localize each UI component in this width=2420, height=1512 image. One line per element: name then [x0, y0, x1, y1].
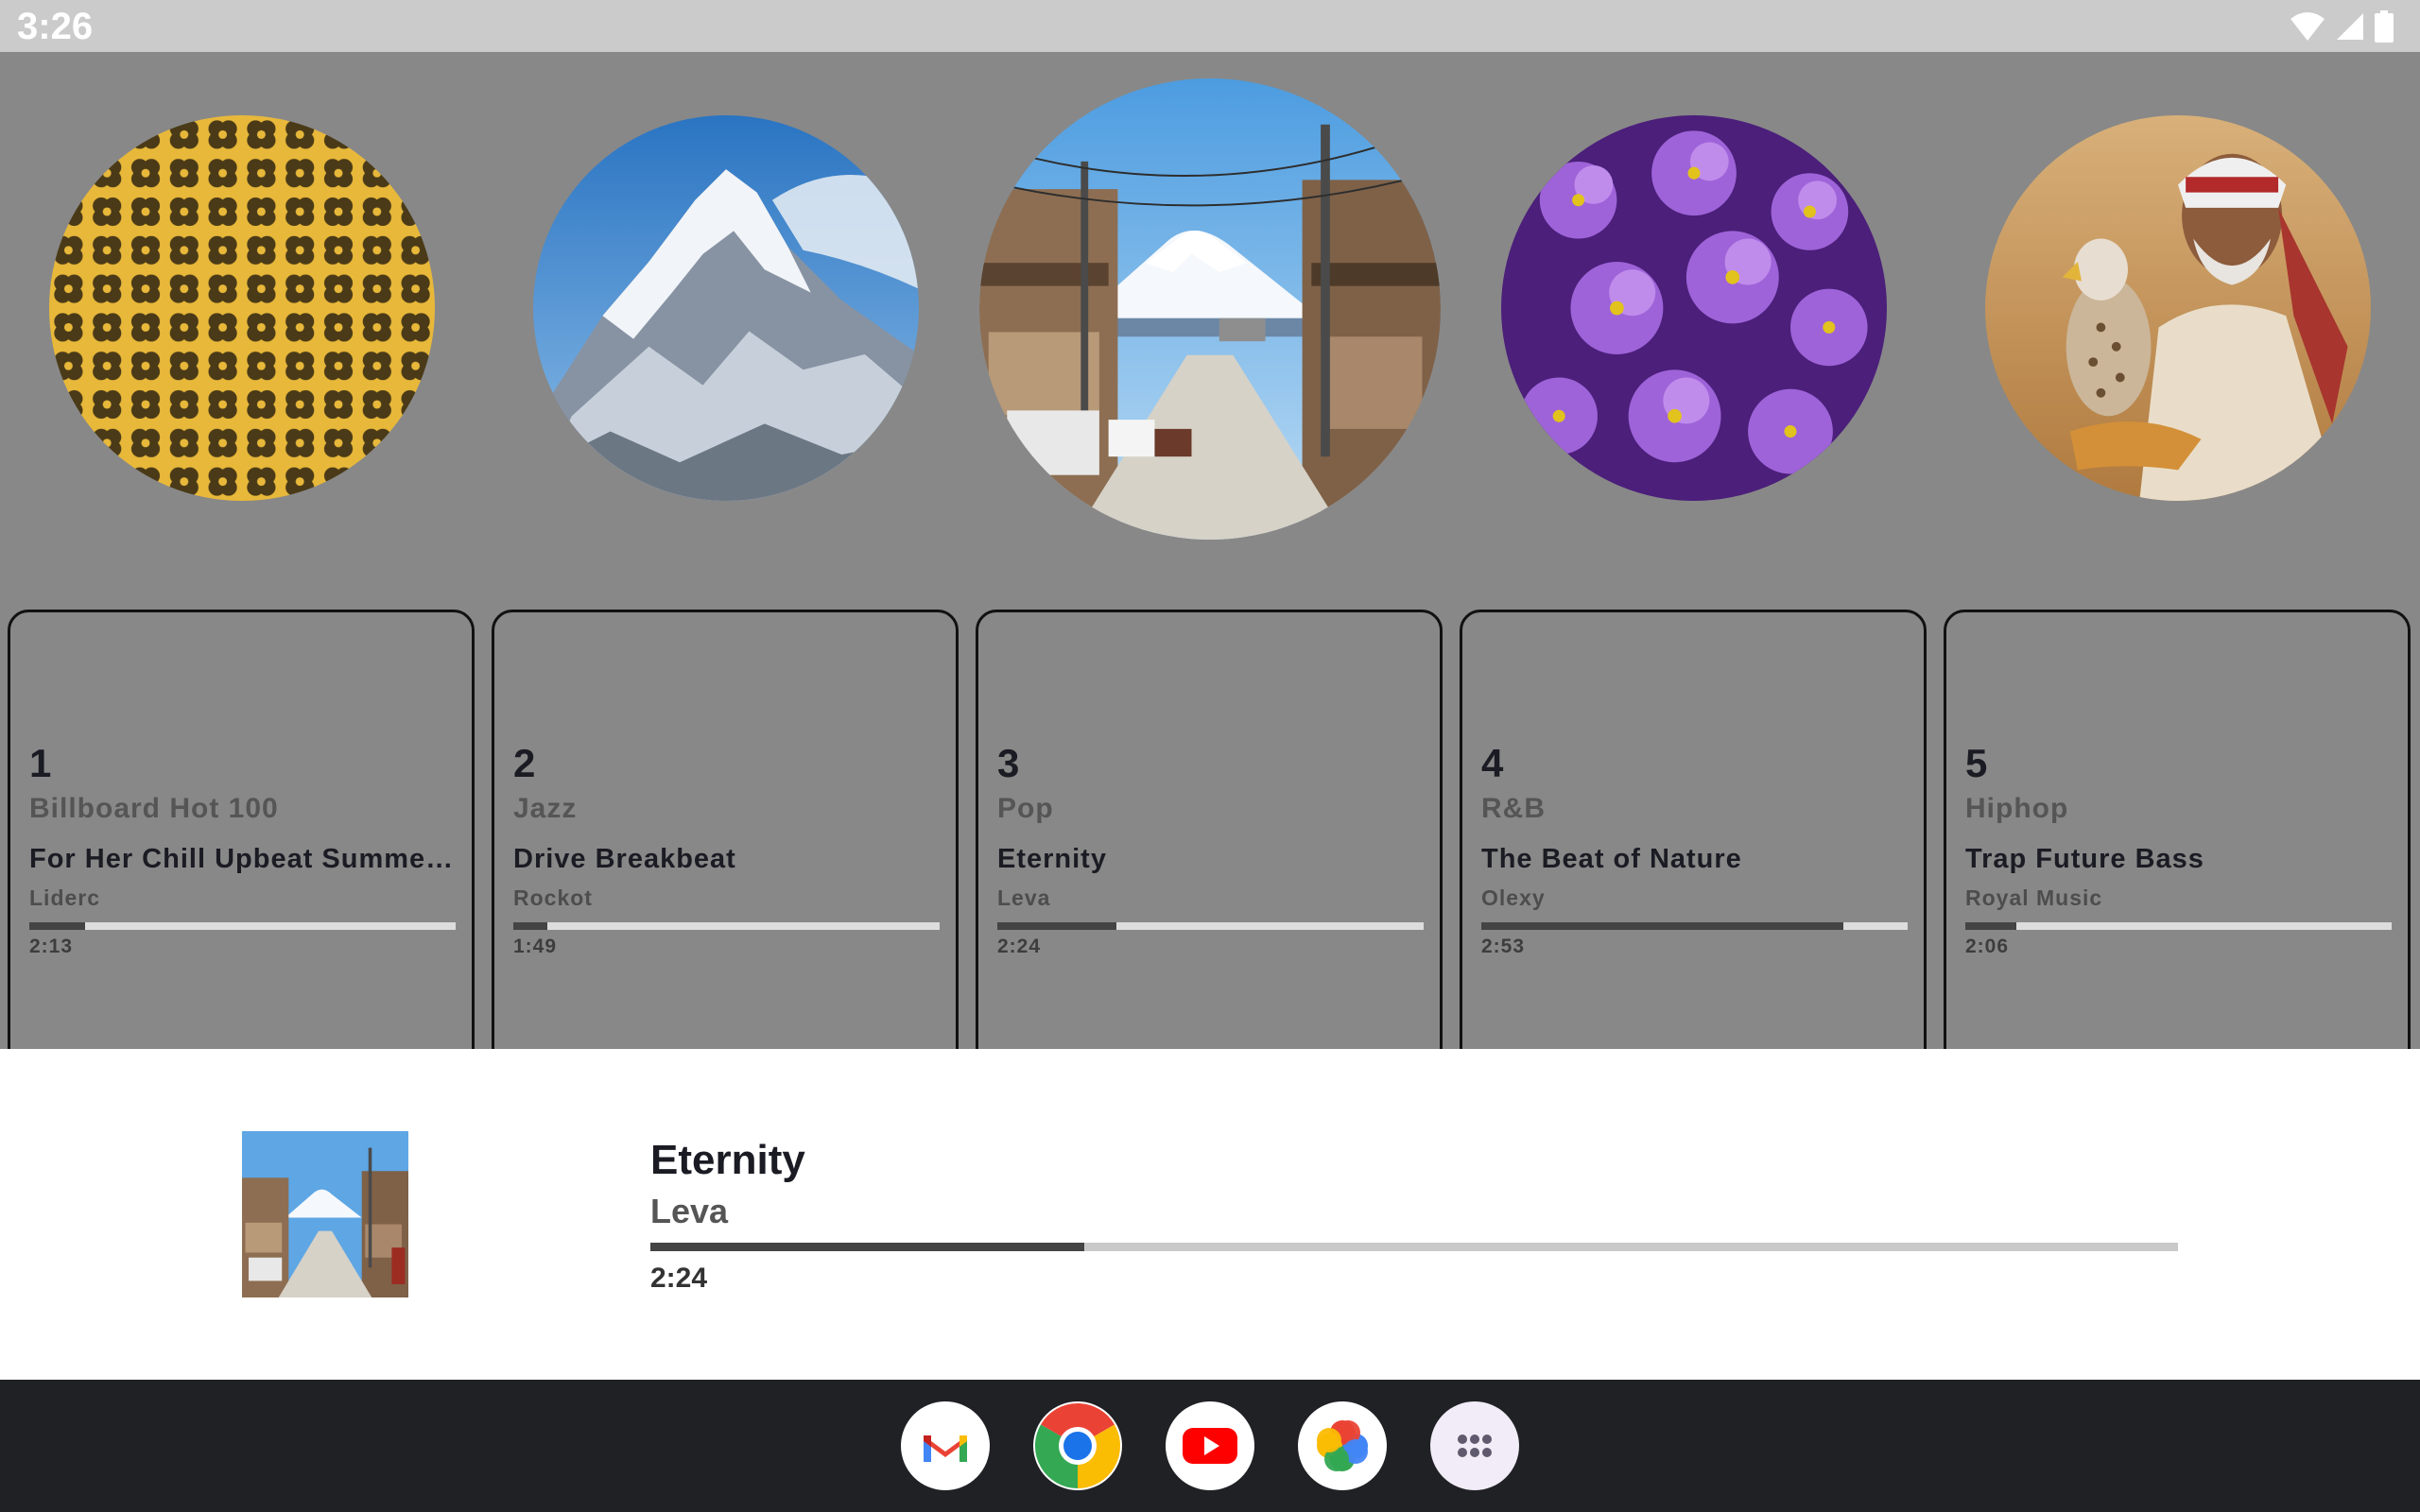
card-time: 2:13 [29, 936, 74, 957]
card-progress-track[interactable] [513, 922, 940, 930]
card-artist: Royal Music [1965, 885, 2103, 910]
card-progress-fill [513, 922, 548, 930]
playlist-card-2[interactable]: 2 Jazz Drive Breakbeat Rockot 1:49 [492, 610, 959, 1074]
card-index: 2 [513, 741, 536, 785]
card-index: 5 [1965, 741, 1988, 785]
card-artist: Leva [997, 885, 1051, 910]
carousel-item-5-art[interactable] [1985, 115, 2371, 501]
card-progress-fill [29, 922, 85, 930]
card-time: 2:53 [1481, 936, 1526, 957]
youtube-icon[interactable] [1166, 1401, 1254, 1490]
card-time: 2:06 [1965, 936, 2010, 957]
now-playing-progress-track[interactable] [650, 1243, 2178, 1251]
now-playing-artist: Leva [650, 1192, 729, 1230]
now-playing-album-art[interactable] [242, 1131, 408, 1297]
card-artist: Liderc [29, 885, 101, 910]
chrome-icon[interactable] [1033, 1401, 1122, 1490]
card-artist: Olexy [1481, 885, 1546, 910]
card-progress-fill [997, 922, 1117, 930]
card-progress-track[interactable] [997, 922, 1424, 930]
card-progress-track[interactable] [29, 922, 456, 930]
playlist-card-1[interactable]: 1 Billboard Hot 100 For Her Chill Upbeat… [8, 610, 475, 1074]
card-genre: R&B [1481, 793, 1546, 824]
status-icons [2290, 8, 2394, 45]
status-bar: 3:26 [0, 0, 2420, 52]
card-title: Drive Breakbeat [513, 844, 736, 874]
card-genre: Billboard Hot 100 [29, 793, 279, 824]
carousel-item-1-art[interactable] [49, 115, 435, 501]
playlist-card-4[interactable]: 4 R&B The Beat of Nature Olexy 2:53 [1460, 610, 1927, 1074]
now-playing-progress-fill [650, 1243, 1084, 1251]
card-index: 1 [29, 741, 52, 785]
card-index: 4 [1481, 741, 1504, 785]
carousel-item-4-art[interactable] [1501, 115, 1887, 501]
dock [0, 1380, 2420, 1512]
card-progress-fill [1965, 922, 2017, 930]
playlist-card-3[interactable]: 3 Pop Eternity Leva 2:24 [976, 610, 1443, 1074]
music-app-screen: 3:26 1 Billboard Hot 100 For Her Chill U… [0, 0, 2420, 1512]
card-artist: Rockot [513, 885, 593, 910]
card-title: The Beat of Nature [1481, 844, 1742, 874]
card-time: 1:49 [513, 936, 558, 957]
now-playing-title: Eternity [650, 1137, 805, 1183]
battery-icon [2375, 10, 2394, 43]
wifi-icon [2290, 12, 2325, 41]
card-genre: Hiphop [1965, 793, 2069, 824]
card-progress-track[interactable] [1481, 922, 1908, 930]
photos-icon[interactable] [1298, 1401, 1387, 1490]
playlist-carousel: 1 Billboard Hot 100 For Her Chill Upbeat… [0, 52, 2420, 1074]
card-progress-track[interactable] [1965, 922, 2392, 930]
signal-icon [2337, 13, 2363, 40]
card-progress-fill [1481, 922, 1844, 930]
card-title: Eternity [997, 844, 1107, 874]
playlist-card-5[interactable]: 5 Hiphop Trap Future Bass Royal Music 2:… [1944, 610, 2411, 1074]
gmail-icon[interactable] [901, 1401, 990, 1490]
status-time: 3:26 [17, 6, 94, 47]
carousel-item-3-art[interactable] [979, 78, 1441, 540]
card-genre: Pop [997, 793, 1054, 824]
card-genre: Jazz [513, 793, 578, 824]
card-time: 2:24 [997, 936, 1042, 957]
app-drawer-icon[interactable] [1430, 1401, 1519, 1490]
card-title: Trap Future Bass [1965, 844, 2204, 874]
now-playing-time: 2:24 [650, 1263, 708, 1294]
card-index: 3 [997, 741, 1020, 785]
card-title: For Her Chill Upbeat Summer Travel Vlog [29, 844, 459, 874]
now-playing-bar[interactable]: Eternity Leva 2:24 [0, 1049, 2420, 1380]
carousel-item-2-art[interactable] [533, 115, 919, 501]
